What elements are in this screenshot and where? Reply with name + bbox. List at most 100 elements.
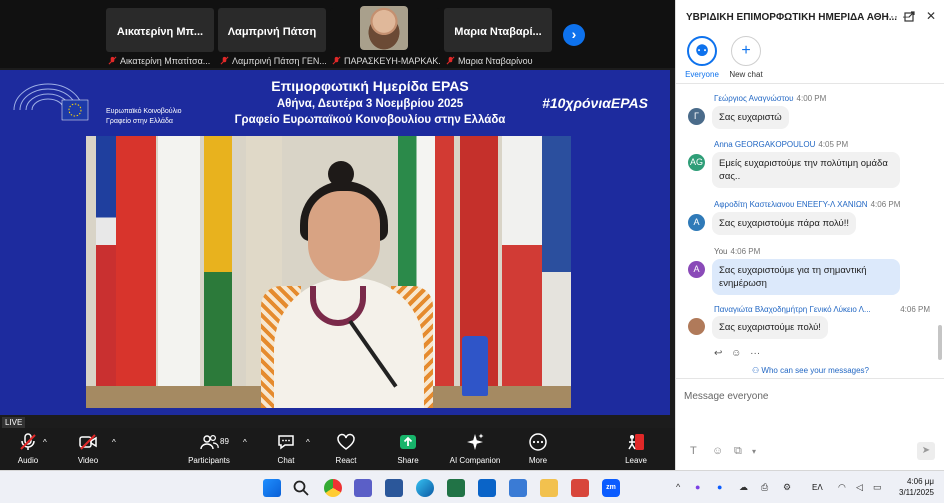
zoom-icon[interactable]: zm — [602, 479, 620, 497]
computer-icon[interactable] — [509, 479, 527, 497]
participant-footer-name: ΠΑΡΑΣΚΕΥΗ-ΜΑΡΚΑΚ... — [344, 56, 440, 66]
live-badge: LIVE — [2, 417, 26, 428]
message-text[interactable]: Σας ευχαριστούμε για τη σημαντική ενημέρ… — [712, 259, 900, 295]
chat-scrollbar[interactable] — [938, 325, 942, 360]
word-icon[interactable] — [385, 479, 403, 497]
system-clock[interactable]: 4:06 μμ 3/11/2025 — [899, 476, 934, 498]
cloud-icon[interactable]: ☁ — [739, 482, 748, 493]
participant-name: Αικατερίνη Μπ... — [116, 26, 204, 38]
avatar: Γ — [688, 108, 705, 125]
participant-thumbnail[interactable]: Αικατερίνη Μπ... Αικατερίνη Μπατίτσα... — [106, 8, 214, 66]
message-input[interactable] — [684, 385, 934, 407]
windows-start-icon[interactable] — [263, 479, 281, 497]
heart-icon — [337, 433, 355, 450]
react-label: React — [335, 456, 357, 465]
chevron-up-icon[interactable]: ^ — [43, 438, 47, 447]
banner-office-line: Γραφείο Ευρωπαϊκού Κοινοβουλίου στην Ελλ… — [234, 114, 506, 126]
chevron-up-icon[interactable]: ^ — [112, 438, 116, 447]
participant-footer-name: Λαμπρινή Πάτση ΓΕΝ... — [232, 56, 326, 66]
message-time: 4:06 PM — [900, 305, 930, 314]
muted-mic-icon — [20, 433, 36, 450]
outlook-icon[interactable] — [478, 479, 496, 497]
chevron-up-icon[interactable]: ^ — [676, 482, 680, 492]
meeting-toolbar: Audio ^ Video ^ Participants 89 ^ Chat ^… — [0, 428, 675, 470]
react-button[interactable]: React — [318, 432, 374, 465]
participants-count: 89 — [220, 437, 229, 446]
message-sender: Anna GEORGAKOPOULOU — [714, 140, 816, 149]
wifi-icon[interactable]: ◠ — [838, 482, 846, 493]
send-icon: ➤ — [921, 445, 931, 456]
chat-icon — [278, 435, 294, 450]
speaker-hair-bun — [328, 161, 354, 187]
speaker-video — [86, 136, 571, 408]
emoji-react-icon[interactable]: ☺ — [731, 348, 741, 359]
reply-icon[interactable]: ↩ — [714, 348, 722, 359]
share-button[interactable]: Share — [380, 432, 436, 465]
more-options-icon[interactable]: ··· — [750, 348, 760, 359]
message-time: 4:06 PM — [870, 200, 901, 209]
clock-date: 3/11/2025 — [899, 488, 934, 497]
teams-icon[interactable] — [354, 479, 372, 497]
clock-time: 4:06 μμ — [906, 477, 934, 486]
chevron-up-icon[interactable]: ^ — [306, 438, 310, 447]
file-explorer-icon[interactable] — [540, 479, 558, 497]
chevron-right-icon: › — [571, 26, 577, 42]
audio-button[interactable]: Audio — [0, 432, 56, 465]
participant-thumbnail[interactable]: ΠΑΡΑΣΚΕΥΗ-ΜΑΡΚΑΚ... — [330, 6, 440, 66]
close-icon[interactable]: ✕ — [926, 9, 936, 23]
message-text[interactable]: Σας ευχαριστούμε πολύ! — [712, 316, 828, 339]
printer-icon[interactable]: ⎙ — [761, 482, 768, 493]
chevron-up-icon[interactable]: ^ — [243, 438, 247, 447]
message-actions: ↩ ☺ ··· — [714, 348, 760, 359]
participant-thumbnail[interactable]: Μαρια Νταβαρί... Μαρια Νταβαρίνου — [444, 8, 552, 66]
speaker-icon[interactable]: ◁ — [856, 482, 863, 493]
avatar: A — [688, 261, 705, 278]
screenshot-icon[interactable]: ⧉ — [734, 445, 742, 458]
avatar — [688, 318, 705, 335]
chat-button[interactable]: Chat — [258, 432, 314, 465]
leave-button[interactable]: Leave — [608, 432, 664, 465]
message-time: 4:00 PM — [796, 94, 827, 103]
message-meta: Αφροδίτη Καστελιανου ΕΝΕΕΓΥ-Λ ΧΑΝΙΩΝ 4:06… — [714, 200, 900, 209]
chrome-icon[interactable] — [324, 479, 342, 497]
chevron-down-icon[interactable]: ▾ — [752, 447, 756, 456]
zoom-tray-icon[interactable]: ● — [717, 482, 722, 492]
flag — [116, 136, 156, 408]
excel-icon[interactable] — [447, 479, 465, 497]
participant-thumbnail[interactable]: Λαμπρινή Πάτση Λαμπρινή Πάτση ΓΕΝ... — [218, 8, 326, 66]
message-text[interactable]: Σας ευχαριστώ — [712, 106, 789, 129]
more-options-icon[interactable]: ··· — [886, 9, 898, 23]
settings-icon[interactable]: ⚙ — [783, 482, 791, 493]
snipping-tool-icon[interactable] — [571, 479, 589, 497]
video-off-icon — [79, 434, 97, 450]
tab-new-chat[interactable]: + New chat — [720, 36, 772, 79]
pop-out-icon[interactable] — [904, 11, 915, 22]
message-time: 4:06 PM — [730, 247, 761, 256]
send-button[interactable]: ➤ — [917, 442, 935, 460]
message-text[interactable]: Σας ευχαριστούμε πάρα πολύ!! — [712, 212, 857, 235]
emoji-icon[interactable]: ☺ — [712, 445, 723, 457]
flag — [502, 136, 542, 408]
message-sender: Αφροδίτη Καστελιανου ΕΝΕΕΓΥ-Λ ΧΑΝΙΩΝ — [714, 200, 868, 209]
video-button[interactable]: Video — [60, 432, 116, 465]
more-button[interactable]: More — [510, 432, 566, 465]
share-label: Share — [397, 456, 419, 465]
message-text[interactable]: Εμείς ευχαριστούμε την πολύτιμη ομάδα σα… — [712, 152, 900, 188]
edge-icon[interactable] — [416, 479, 434, 497]
battery-icon[interactable]: ▭ — [873, 482, 882, 493]
who-can-see-link[interactable]: ⚇ Who can see your messages? — [676, 366, 944, 375]
share-screen-icon — [400, 435, 416, 449]
message-meta: Γεώργιος Αναγνώστου 4:00 PM — [714, 94, 826, 103]
next-page-button[interactable]: › — [563, 24, 585, 46]
viber-icon[interactable]: ● — [695, 482, 700, 492]
message-sender: Γεώργιος Αναγνώστου — [714, 94, 794, 103]
flag — [204, 136, 232, 408]
search-icon[interactable] — [292, 479, 310, 497]
ai-companion-button[interactable]: AI Companion — [440, 432, 510, 465]
message-sender: You — [714, 247, 728, 256]
text-format-icon[interactable]: T — [690, 445, 697, 457]
keyboard-language[interactable]: ΕΛ — [812, 483, 823, 492]
people-icon: ⚇ — [751, 366, 762, 375]
compose-area: T ☺ ⧉ ▾ ➤ — [676, 378, 944, 470]
message-time: 4:05 PM — [818, 140, 849, 149]
